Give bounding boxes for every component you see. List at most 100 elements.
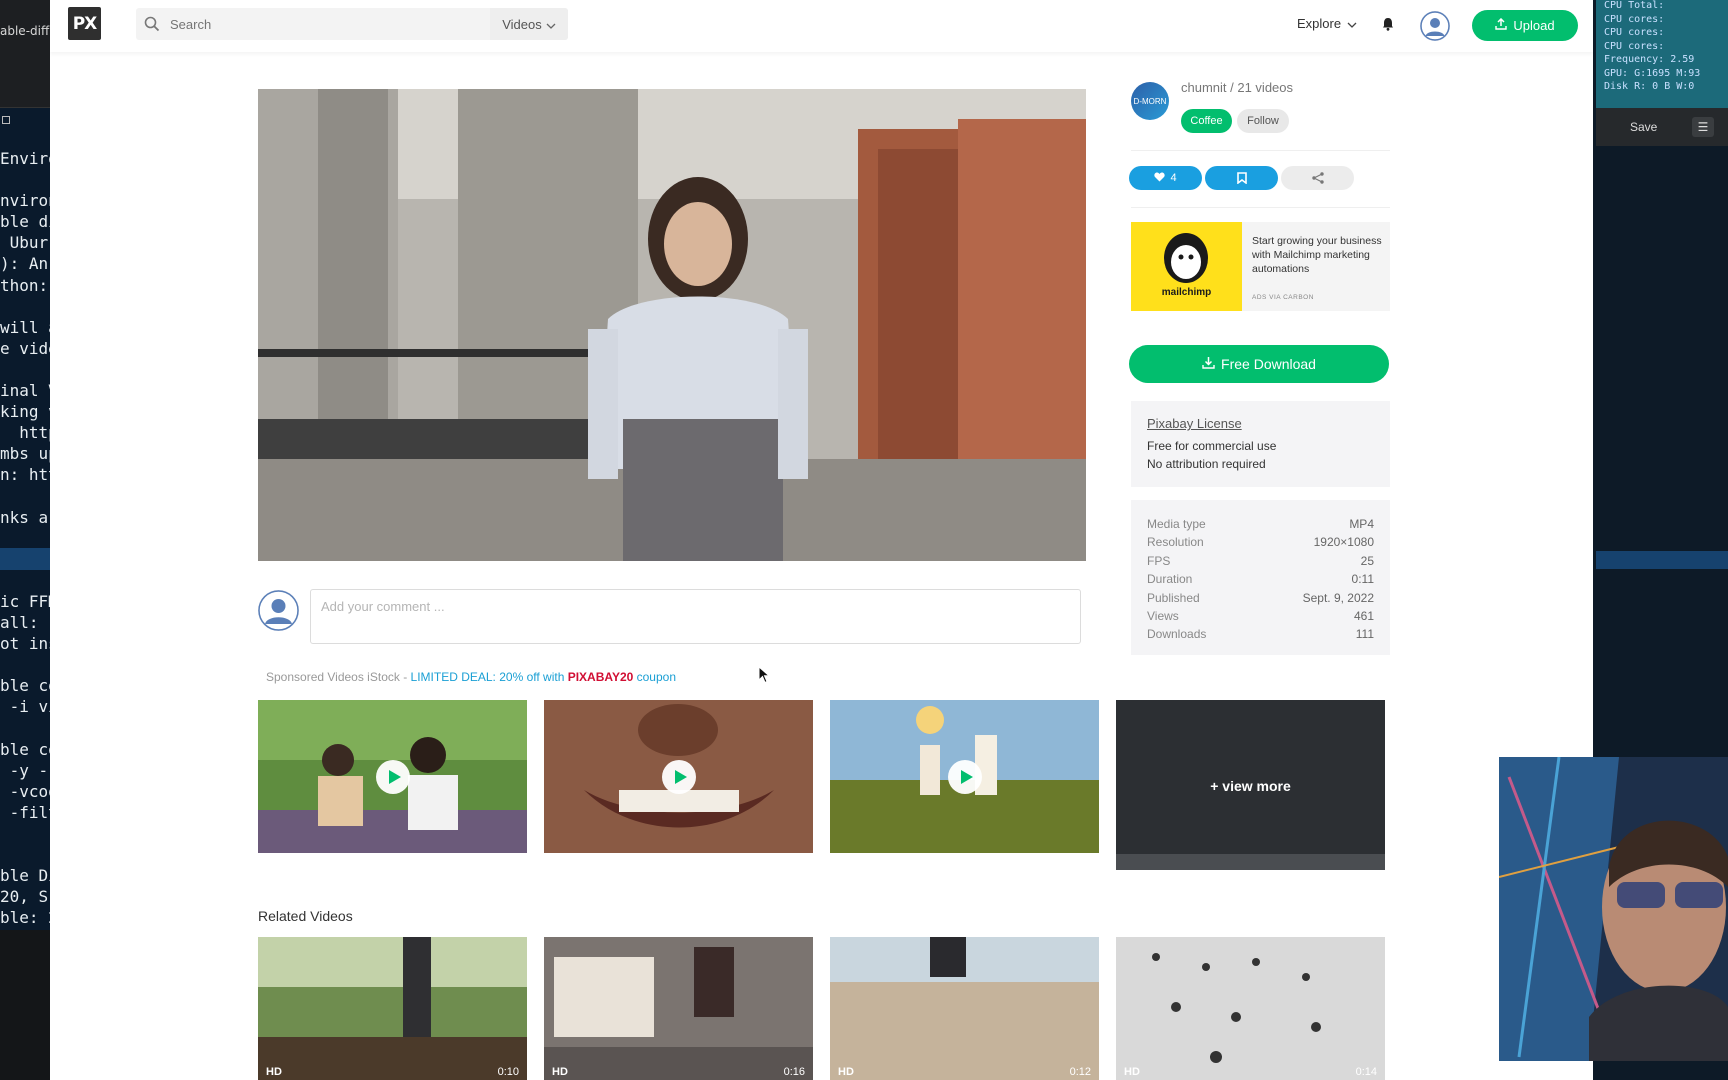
like-button[interactable]: 4 [1129,166,1202,190]
related-video-thumb[interactable]: HD 0:10 [258,937,527,1080]
coffee-button[interactable]: Coffee [1181,109,1232,133]
mailchimp-ad[interactable]: mailchimp Start growing your business wi… [1131,222,1390,311]
site-logo[interactable]: PX [68,7,101,40]
media-info-value: Sept. 9, 2022 [1302,590,1374,605]
related-video-thumb[interactable]: HD 0:14 [1116,937,1385,1080]
terminal-tab-bar: able-diff [0,0,50,108]
terminal-line: ot ins [0,634,50,654]
terminal-line: ble Di [0,866,50,886]
duration-label: 0:14 [1355,1066,1377,1078]
related-videos-title: Related Videos [258,908,353,924]
terminal-line: -vcoo [9,781,50,801]
terminal-line: n: htt [0,465,50,485]
monitor-line: CPU cores: [1604,27,1665,38]
share-button[interactable] [1281,166,1354,190]
sponsored-line: Sponsored Videos iStock - LIMITED DEAL: … [266,670,676,684]
play-icon [375,759,410,794]
free-download-button[interactable]: Free Download [1129,345,1389,383]
terminal-line: inal V [0,381,50,401]
view-more-sponsored[interactable]: + view more [1116,700,1385,870]
related-video-thumb[interactable]: HD 0:12 [830,937,1099,1080]
media-info-row: Resolution 1920×1080 [1147,533,1374,551]
panel-highlight-row [1596,551,1728,569]
save-button[interactable]: Save [1630,120,1657,134]
hamburger-menu-icon[interactable]: ☰ [1692,117,1714,137]
upload-button[interactable]: Upload [1472,10,1578,41]
hd-badge: HD [1124,1066,1140,1078]
follow-button[interactable]: Follow [1237,109,1289,133]
search-input[interactable] [170,14,470,34]
terminal-panel-icon [2,116,10,124]
media-info-value: 0:11 [1351,572,1374,587]
license-link[interactable]: Pixabay License [1147,416,1374,431]
duration-label: 0:12 [1069,1066,1091,1078]
media-info-box: Media type MP4 Resolution 1920×1080 FPS 25 Dur… [1131,500,1390,655]
bookmark-button[interactable] [1205,166,1278,190]
media-info-key: Views [1147,609,1179,624]
author-name[interactable]: chumnit / 21 videos [1181,80,1293,95]
related-videos-row: HD 0:10 HD 0:16 HD 0:12 HD 0:14 [258,937,1387,1080]
ad-text: Start growing your business with Mailchi… [1252,235,1382,275]
sponsored-video-thumb[interactable] [258,700,527,853]
webcam-overlay [1499,757,1728,1061]
search-category-dropdown[interactable]: Videos [490,8,568,40]
terminal-line: -filt [9,802,50,822]
sponsored-video-thumb[interactable] [830,700,1099,853]
monitor-line: CPU cores: [1604,40,1665,52]
play-icon [947,759,982,794]
bell-icon[interactable] [1382,16,1394,35]
main-video-player[interactable] [258,89,1086,561]
related-video-thumb[interactable]: HD 0:16 [544,937,813,1080]
terminal-output: Enviro nvironble di Ubur): Anthon: will ae… [0,148,50,928]
terminal-line: ic FFM [0,591,50,611]
terminal-bottom-bar [0,930,50,1080]
ad-via[interactable]: ADS VIA CARBON [1252,294,1314,301]
monitor-line: GPU: G:1695 M:93 [1604,67,1701,79]
sponsored-videos-row: + view more [258,700,1387,870]
terminal-line: -y - [0,760,49,780]
heart-icon [1154,172,1166,185]
video-frame-image [258,89,1086,561]
view-more-bar [1116,854,1385,870]
media-info-row: Media type MP4 [1147,515,1374,533]
download-icon [1202,356,1215,372]
media-info-value: 461 [1353,609,1374,624]
terminal-line: mbs up [0,444,50,464]
media-info-key: Duration [1147,572,1193,587]
divider [1131,150,1390,151]
terminal-line: nks ar [0,507,50,527]
right-toolbar: Save ☰ [1596,108,1728,146]
terminal-line: ble: 2 [0,908,50,928]
terminal-line: king v [0,402,50,422]
media-info-value: MP4 [1349,517,1374,531]
license-line: No attribution required [1147,457,1266,471]
play-icon [661,759,696,794]
monitor-line: Frequency: 2.59 [1604,54,1695,65]
terminal-line: ble co [0,676,50,696]
terminal-tab-title[interactable]: able-diff [0,24,49,38]
author-avatar[interactable]: D-MORN [1131,82,1169,120]
user-avatar[interactable] [1420,11,1450,41]
sponsored-video-thumb[interactable] [544,700,813,853]
search-bar: Videos [136,8,568,40]
media-info-key: Published [1147,590,1200,605]
explore-menu[interactable]: Explore [1297,16,1357,31]
monitor-line: CPU Total: [1604,0,1665,11]
comment-input[interactable]: Add your comment ... [310,589,1081,644]
sponsored-deal-link[interactable]: LIMITED DEAL: 20% off with PIXABAY20 cou… [411,670,676,684]
media-info-key: Resolution [1147,535,1204,550]
duration-label: 0:10 [497,1066,519,1078]
media-info-row: Views 461 [1147,607,1374,625]
deal-suffix: coupon [633,670,676,684]
upload-icon [1495,17,1508,33]
terminal-line: ): An [0,254,49,274]
monitor-line: Disk R: 0 B W:0 [1604,81,1695,92]
